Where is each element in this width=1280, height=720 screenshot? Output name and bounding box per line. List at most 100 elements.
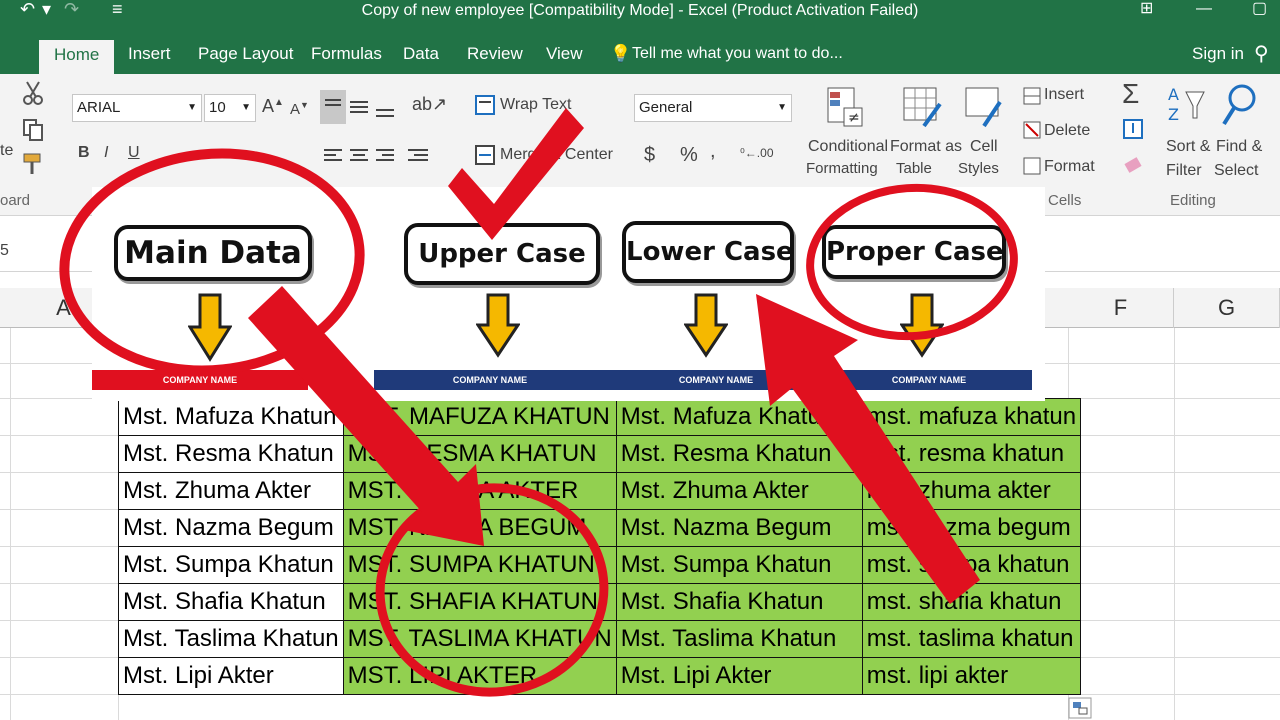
insert-cells-button[interactable]: Insert — [1044, 86, 1084, 104]
increase-font-size-icon[interactable]: A▲ — [262, 96, 284, 117]
main-data-cell[interactable]: Mst. Shafia Khatun — [118, 583, 344, 621]
clear-icon[interactable] — [1122, 154, 1144, 176]
upper-case-cell[interactable]: MST. MAFUZA KHATUN — [342, 398, 617, 436]
font-size-box[interactable]: 10 ▼ — [204, 94, 256, 122]
number-format-value: General — [639, 99, 693, 116]
tab-data[interactable]: Data — [403, 34, 439, 74]
ribbon-display-options-icon[interactable]: ⊞ — [1140, 0, 1153, 18]
conditional-formatting-icon[interactable]: ≠ — [826, 86, 866, 130]
format-painter-icon[interactable] — [22, 152, 46, 176]
lower-case-cell[interactable]: Mst. Zhuma Akter — [615, 472, 863, 510]
main-data-cell[interactable]: Mst. Lipi Akter — [118, 657, 344, 695]
upper-case-cell[interactable]: MST. ZHUMA AKTER — [342, 472, 617, 510]
tell-me-box[interactable]: Tell me what you want to do... — [632, 34, 843, 74]
upper-case-cell[interactable]: MST. LIPI AKTER — [342, 657, 617, 695]
proper-case-cell[interactable]: mst. shafia khatun — [861, 583, 1082, 621]
main-data-cell[interactable]: Mst. Mafuza Khatun — [118, 398, 344, 436]
lower-case-cell[interactable]: Mst. Resma Khatun — [615, 435, 863, 473]
gridline — [1174, 328, 1175, 720]
merge-center-icon[interactable] — [474, 144, 496, 166]
share-icon[interactable]: ⚲ — [1254, 34, 1269, 74]
lower-case-cell[interactable]: Mst. Mafuza Khatun — [615, 398, 863, 436]
quick-analysis-icon[interactable] — [1068, 697, 1092, 719]
proper-case-cell[interactable]: mst. mafuza khatun — [861, 398, 1082, 436]
format-cells-button[interactable]: Format — [1044, 158, 1095, 176]
font-name-value: ARIAL — [77, 99, 121, 116]
find-select-icon[interactable] — [1220, 82, 1260, 132]
svg-text:A: A — [1168, 85, 1179, 104]
upper-case-cell[interactable]: MST. TASLIMA KHATUN — [342, 620, 617, 658]
fill-icon[interactable] — [1122, 118, 1144, 140]
middle-align-icon[interactable] — [348, 96, 370, 116]
lower-case-cell[interactable]: Mst. Lipi Akter — [615, 657, 863, 695]
tab-review[interactable]: Review — [467, 34, 523, 74]
column-header-g[interactable]: G — [1174, 288, 1280, 328]
proper-case-cell[interactable]: mst. zhuma akter — [861, 472, 1082, 510]
cell-styles-icon[interactable] — [964, 86, 1004, 130]
tab-view[interactable]: View — [546, 34, 583, 74]
upper-case-cell[interactable]: MST. SHAFIA KHATUN — [342, 583, 617, 621]
table-row: Mst. Mafuza Khatun MST. MAFUZA KHATUN Mst.… — [118, 398, 1082, 436]
main-data-cell[interactable]: Mst. Zhuma Akter — [118, 472, 344, 510]
find-select-button[interactable]: Find & — [1216, 138, 1262, 156]
copy-icon[interactable] — [22, 118, 46, 142]
main-data-cell[interactable]: Mst. Resma Khatun — [118, 435, 344, 473]
delete-cells-icon[interactable] — [1022, 120, 1042, 140]
main-data-cell[interactable]: Mst. Nazma Begum — [118, 509, 344, 547]
wrap-text-button[interactable]: Wrap Text — [500, 96, 571, 114]
number-format-box[interactable]: General ▼ — [634, 94, 792, 122]
lower-case-cell[interactable]: Mst. Nazma Begum — [615, 509, 863, 547]
bottom-align-icon[interactable] — [374, 102, 396, 122]
decrease-font-size-icon[interactable]: A▼ — [290, 100, 309, 118]
orientation-icon[interactable]: ab↗ — [412, 94, 447, 115]
cell-styles-button[interactable]: Cell — [970, 138, 998, 156]
name-box[interactable]: 5 — [0, 242, 9, 260]
tab-insert[interactable]: Insert — [128, 34, 171, 74]
proper-case-cell[interactable]: mst. sumpa khatun — [861, 546, 1082, 584]
main-data-cell[interactable]: Mst. Taslima Khatun — [118, 620, 344, 658]
wrap-text-icon[interactable] — [474, 94, 496, 116]
proper-case-cell[interactable]: mst. taslima khatun — [861, 620, 1082, 658]
minimize-icon[interactable]: — — [1196, 0, 1212, 18]
insert-cells-icon[interactable] — [1022, 86, 1042, 106]
sign-in-link[interactable]: Sign in — [1192, 34, 1244, 74]
upper-case-cell[interactable]: MST. NAZMA BEGUM — [342, 509, 617, 547]
column-header-f[interactable]: F — [1068, 288, 1174, 328]
lower-case-cell[interactable]: Mst. Shafia Khatun — [615, 583, 863, 621]
format-cells-icon[interactable] — [1022, 156, 1042, 176]
align-buttons-icon[interactable] — [322, 146, 432, 166]
tab-page-layout[interactable]: Page Layout — [198, 34, 293, 74]
format-as-table-icon[interactable] — [902, 86, 942, 130]
restore-icon[interactable]: ▢ — [1252, 0, 1267, 18]
lower-case-cell[interactable]: Mst. Taslima Khatun — [615, 620, 863, 658]
proper-case-label: Proper Case — [822, 225, 1006, 279]
bold-button[interactable]: B — [78, 144, 90, 162]
percent-button[interactable]: % — [680, 144, 698, 167]
proper-case-cell[interactable]: mst. nazma begum — [861, 509, 1082, 547]
merge-center-button[interactable]: Merge & Center — [500, 146, 613, 164]
conditional-formatting-button[interactable]: Conditional — [808, 138, 888, 156]
upper-case-cell[interactable]: MST. SUMPA KHATUN — [342, 546, 617, 584]
italic-button[interactable]: I — [104, 144, 108, 162]
font-name-box[interactable]: ARIAL ▼ — [72, 94, 202, 122]
autosum-icon[interactable]: Σ — [1122, 78, 1139, 110]
format-as-table-button[interactable]: Format as — [890, 138, 962, 156]
delete-cells-button[interactable]: Delete — [1044, 122, 1090, 140]
currency-button[interactable]: $ — [644, 144, 655, 167]
tab-home[interactable]: Home — [39, 40, 115, 74]
upper-case-cell[interactable]: MST. RESMA KHATUN — [342, 435, 617, 473]
underline-button[interactable]: U — [128, 144, 140, 162]
lower-case-cell[interactable]: Mst. Sumpa Khatun — [615, 546, 863, 584]
table-row: Mst. Resma Khatun MST. RESMA KHATUN Mst. R… — [118, 435, 1082, 473]
paste-label[interactable]: te — [0, 142, 13, 160]
cut-icon[interactable] — [22, 80, 44, 106]
sort-filter-button[interactable]: Sort & — [1166, 138, 1210, 156]
increase-decimal-icon[interactable]: ⁰←.00 — [740, 146, 774, 160]
tab-formulas[interactable]: Formulas — [311, 34, 382, 74]
proper-case-cell[interactable]: mst. resma khatun — [861, 435, 1082, 473]
sort-filter-icon[interactable]: AZ — [1166, 82, 1206, 132]
top-align-icon[interactable] — [320, 90, 346, 124]
main-data-cell[interactable]: Mst. Sumpa Khatun — [118, 546, 344, 584]
comma-button[interactable]: , — [710, 140, 716, 163]
proper-case-cell[interactable]: mst. lipi akter — [861, 657, 1082, 695]
